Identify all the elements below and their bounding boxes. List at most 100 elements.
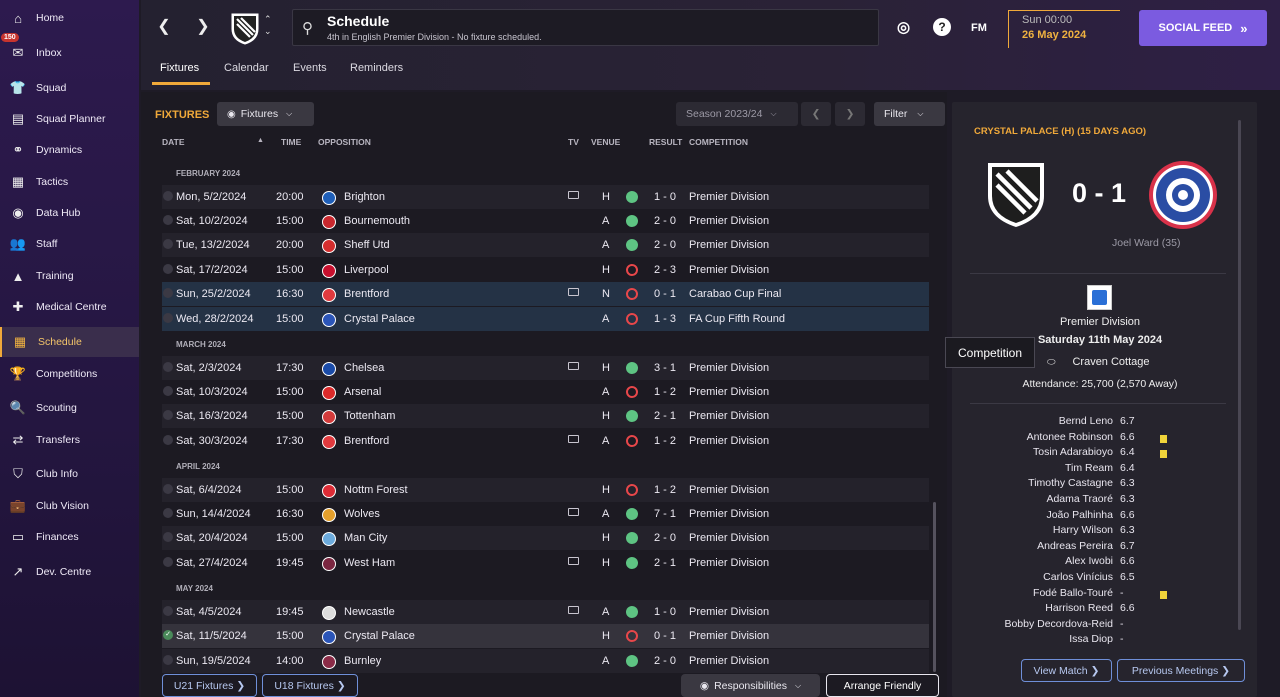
- club-crest-icon[interactable]: [322, 435, 336, 449]
- player-name[interactable]: Timothy Castagne: [1028, 477, 1113, 489]
- tab-calendar[interactable]: Calendar: [224, 62, 269, 74]
- status-dot-icon[interactable]: [163, 191, 173, 201]
- season-dropdown[interactable]: Season 2023/24 ⌵: [676, 102, 798, 126]
- status-dot-icon[interactable]: [163, 410, 173, 420]
- tab-fixtures[interactable]: Fixtures: [160, 62, 199, 74]
- u21-fixtures-button[interactable]: U21 Fixtures ❯: [162, 674, 257, 697]
- club-crest-icon[interactable]: [322, 484, 336, 498]
- fixture-row[interactable]: Sat, 10/3/2024 15:00 Arsenal A 1 - 2 Premier …: [162, 380, 929, 404]
- fixture-result[interactable]: 7 - 1: [654, 508, 676, 520]
- fixture-opposition[interactable]: Sheff Utd: [344, 239, 390, 251]
- player-name[interactable]: Issa Diop: [1069, 633, 1113, 645]
- game-date[interactable]: Sun 00:00 26 May 2024: [1008, 10, 1120, 48]
- fixture-opposition[interactable]: Crystal Palace: [344, 313, 415, 325]
- club-badge-icon[interactable]: [229, 11, 261, 45]
- player-name[interactable]: Harry Wilson: [1053, 524, 1113, 536]
- player-name[interactable]: Harrison Reed: [1045, 602, 1113, 614]
- fixture-row[interactable]: Sat, 27/4/2024 19:45 West Ham H 2 - 1 Premier…: [162, 551, 929, 575]
- previous-meetings-button[interactable]: Previous Meetings ❯: [1117, 659, 1245, 682]
- player-name[interactable]: Alex Iwobi: [1065, 555, 1113, 567]
- player-name[interactable]: Bernd Leno: [1059, 415, 1113, 427]
- fixture-result[interactable]: 1 - 2: [654, 435, 676, 447]
- sidebar-item-club-vision[interactable]: 💼 Club Vision: [0, 491, 139, 521]
- header-venue[interactable]: VENUE: [591, 137, 620, 147]
- player-name[interactable]: Andreas Pereira: [1037, 540, 1113, 552]
- club-crest-icon[interactable]: [322, 239, 336, 253]
- sidebar-item-staff[interactable]: 👥 Staff: [0, 229, 139, 259]
- fixture-opposition[interactable]: Tottenham: [344, 410, 395, 422]
- fixture-opposition[interactable]: Man City: [344, 532, 387, 544]
- fixture-opposition[interactable]: Liverpool: [344, 264, 389, 276]
- fixture-result[interactable]: 2 - 0: [654, 239, 676, 251]
- u18-fixtures-button[interactable]: U18 Fixtures ❯: [262, 674, 358, 697]
- fixture-row[interactable]: Sat, 2/3/2024 17:30 Chelsea H 3 - 1 Premier D…: [162, 356, 929, 380]
- status-dot-icon[interactable]: [163, 362, 173, 372]
- fixture-row[interactable]: Sun, 14/4/2024 16:30 Wolves A 7 - 1 Premier D…: [162, 502, 929, 526]
- help-icon[interactable]: ?: [933, 18, 951, 36]
- fixture-result[interactable]: 1 - 2: [654, 484, 676, 496]
- fixture-row[interactable]: ✓ Sat, 11/5/2024 15:00 Crystal Palace H 0 - 1…: [162, 624, 929, 648]
- header-competition[interactable]: COMPETITION: [689, 137, 748, 147]
- sidebar-item-training[interactable]: ▲ Training: [0, 261, 139, 291]
- fixture-result[interactable]: 2 - 0: [654, 215, 676, 227]
- fixture-result[interactable]: 2 - 0: [654, 655, 676, 667]
- fixture-row[interactable]: Sat, 30/3/2024 17:30 Brentford A 1 - 2 Premie…: [162, 429, 929, 453]
- club-crest-icon[interactable]: [322, 410, 336, 424]
- club-crest-icon[interactable]: [322, 313, 336, 327]
- fixture-opposition[interactable]: Brentford: [344, 288, 389, 300]
- fixture-opposition[interactable]: Newcastle: [344, 606, 395, 618]
- fixture-opposition[interactable]: Wolves: [344, 508, 380, 520]
- checkmark-icon[interactable]: ✓: [163, 630, 173, 640]
- panel-scrollbar[interactable]: [1238, 120, 1241, 630]
- fixture-row[interactable]: Sun, 25/2/2024 16:30 Brentford N 0 - 1 Caraba…: [162, 282, 929, 306]
- sidebar-item-dev-centre[interactable]: ↗ Dev. Centre: [0, 557, 139, 587]
- club-crest-icon[interactable]: [322, 215, 336, 229]
- status-dot-icon[interactable]: [163, 288, 173, 298]
- globe-icon[interactable]: ◎: [897, 18, 910, 36]
- club-crest-icon[interactable]: [322, 630, 336, 644]
- fixture-opposition[interactable]: Crystal Palace: [344, 630, 415, 642]
- status-dot-icon[interactable]: [163, 606, 173, 616]
- away-club-badge-icon[interactable]: [1148, 160, 1218, 230]
- scrollbar[interactable]: [933, 502, 936, 672]
- status-dot-icon[interactable]: [163, 386, 173, 396]
- competition-logo-icon[interactable]: [1087, 285, 1112, 310]
- status-dot-icon[interactable]: [163, 655, 173, 665]
- fixture-result[interactable]: 0 - 1: [654, 288, 676, 300]
- player-name[interactable]: Tim Ream: [1065, 462, 1113, 474]
- sidebar-item-schedule[interactable]: ▦ Schedule: [0, 327, 139, 357]
- player-name[interactable]: Fodé Ballo-Touré: [1033, 587, 1113, 599]
- header-result[interactable]: RESULT: [649, 137, 682, 147]
- club-crest-icon[interactable]: [322, 264, 336, 278]
- responsibilities-dropdown[interactable]: ◉ Responsibilities ⌵: [681, 674, 820, 697]
- club-crest-icon[interactable]: [322, 362, 336, 376]
- header-date[interactable]: DATE: [162, 137, 185, 147]
- fixture-opposition[interactable]: Brentford: [344, 435, 389, 447]
- fixture-result[interactable]: 1 - 2: [654, 386, 676, 398]
- fixture-opposition[interactable]: Bournemouth: [344, 215, 410, 227]
- fixture-row[interactable]: Sat, 17/2/2024 15:00 Liverpool H 2 - 3 Premie…: [162, 258, 929, 282]
- back-arrow-icon[interactable]: ❮: [154, 16, 174, 36]
- sort-asc-icon[interactable]: ▲: [257, 137, 264, 144]
- status-dot-icon[interactable]: [163, 264, 173, 274]
- status-dot-icon[interactable]: [163, 484, 173, 494]
- fixture-row[interactable]: Sun, 19/5/2024 14:00 Burnley A 2 - 0 Premier …: [162, 649, 929, 673]
- next-season-button[interactable]: ❯: [835, 102, 865, 126]
- sidebar-item-data-hub[interactable]: ◉ Data Hub: [0, 198, 139, 228]
- fixture-result[interactable]: 3 - 1: [654, 362, 676, 374]
- fixture-result[interactable]: 1 - 0: [654, 606, 676, 618]
- status-dot-icon[interactable]: [163, 313, 173, 323]
- header-opposition[interactable]: OPPOSITION: [318, 137, 371, 147]
- fixture-result[interactable]: 1 - 0: [654, 191, 676, 203]
- sidebar-item-finances[interactable]: ▭ Finances: [0, 522, 139, 552]
- sidebar-item-transfers[interactable]: ⇄ Transfers: [0, 425, 139, 455]
- club-crest-icon[interactable]: [322, 655, 336, 669]
- player-name[interactable]: Antonee Robinson: [1027, 431, 1113, 443]
- fixture-row[interactable]: Sat, 16/3/2024 15:00 Tottenham H 2 - 1 Premie…: [162, 404, 929, 428]
- fixture-row[interactable]: Sat, 10/2/2024 15:00 Bournemouth A 2 - 0 Prem…: [162, 209, 929, 233]
- status-dot-icon[interactable]: [163, 435, 173, 445]
- tab-events[interactable]: Events: [293, 62, 327, 74]
- fixture-row[interactable]: Mon, 5/2/2024 20:00 Brighton H 1 - 0 Premier …: [162, 185, 929, 209]
- arrange-friendly-button[interactable]: Arrange Friendly: [826, 674, 939, 697]
- fixtures-view-dropdown[interactable]: ◉ Fixtures ⌵: [217, 102, 314, 126]
